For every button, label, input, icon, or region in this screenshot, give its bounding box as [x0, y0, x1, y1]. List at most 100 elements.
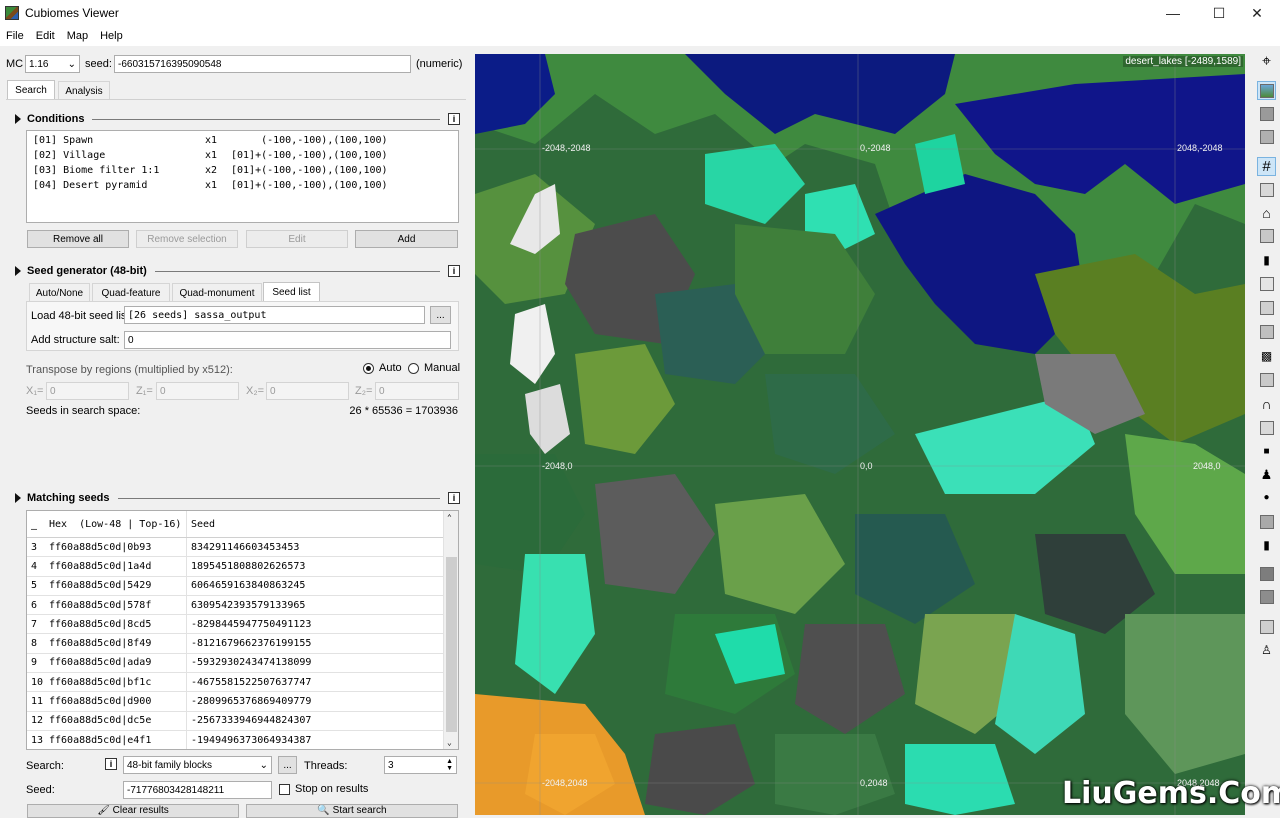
menu-help[interactable]: Help [94, 30, 129, 42]
scroll-down-icon[interactable]: ⌄ [447, 738, 452, 747]
clear-results-button[interactable]: 🖌 Clear results [27, 804, 239, 818]
info-icon[interactable]: i [448, 113, 460, 125]
stronghold-icon[interactable]: ● [1257, 488, 1276, 507]
search-label: Search: [26, 760, 64, 772]
tab-analysis[interactable]: Analysis [58, 81, 110, 100]
conditions-header[interactable]: Conditions i [15, 113, 460, 125]
map-coord-label: 2048,-2048 [1177, 143, 1223, 153]
list-item[interactable]: [04] Desert pyramid x1 [01]+(-100,-100),… [33, 178, 452, 193]
remove-selection-button[interactable]: Remove selection [136, 230, 238, 248]
salt-input[interactable]: 0 [124, 331, 451, 349]
table-row[interactable]: 9 ff60a88d5c0d|ada9 -5932930243474138099 [27, 653, 458, 674]
search-options-button[interactable]: ... [278, 756, 297, 774]
end-gateway-icon[interactable] [1257, 587, 1276, 606]
bastion-icon[interactable]: ▮ [1257, 535, 1276, 554]
height-layer-icon[interactable] [1257, 104, 1276, 123]
seed-list-input[interactable]: [26 seeds] sassa_output [124, 306, 425, 324]
map-coord-label: 2048,0 [1193, 461, 1221, 471]
threads-spinbox[interactable]: 3 ▲ ▼ [384, 756, 457, 774]
chevron-down-icon: ⌄ [259, 759, 268, 771]
search-seed-label: Seed: [26, 784, 55, 796]
info-icon[interactable]: i [448, 265, 460, 277]
radio-manual[interactable]: Manual [408, 362, 460, 374]
tab-auto-none[interactable]: Auto/None [29, 283, 90, 302]
seed-input[interactable]: -660315716395090548 [114, 55, 411, 73]
list-item[interactable]: [03] Biome filter 1:1 x2 [01]+(-100,-100… [33, 163, 452, 178]
igloo-icon[interactable] [1257, 298, 1276, 317]
hex-column-header[interactable]: Hex (Low-48 | Top-16) [47, 511, 187, 537]
treasure-icon[interactable]: ■ [1257, 442, 1276, 461]
crosshair-icon[interactable]: ⌖ [1257, 52, 1276, 71]
table-row[interactable]: 11 ff60a88d5c0d|d900 -2809965376869409779 [27, 692, 458, 712]
table-row[interactable]: 7 ff60a88d5c0d|8cd5 -8298445947750491123 [27, 615, 458, 635]
tab-seed-list[interactable]: Seed list [263, 282, 320, 301]
menu-edit[interactable]: Edit [30, 30, 61, 42]
seed-column-header[interactable]: Seed [187, 519, 215, 530]
biome-map-canvas[interactable] [475, 54, 1245, 815]
swamp-hut-icon[interactable] [1257, 274, 1276, 293]
table-row[interactable]: 10 ff60a88d5c0d|bf1c -4675581522507637747 [27, 673, 458, 693]
info-icon[interactable]: i [105, 758, 117, 770]
tab-quad-feature[interactable]: Quad-feature [92, 283, 170, 302]
shipwreck-icon[interactable] [1257, 418, 1276, 437]
shade-layer-icon[interactable] [1257, 127, 1276, 146]
tab-quad-monument[interactable]: Quad-monument [172, 283, 262, 302]
grid-icon[interactable]: # [1257, 157, 1276, 176]
jungle-temple-icon[interactable]: ▮ [1257, 250, 1276, 269]
table-row[interactable]: 12 ff60a88d5c0d|dc5e -2567333946944824307 [27, 711, 458, 731]
scroll-up-icon[interactable]: ⌃ [447, 513, 452, 522]
mineshaft-icon[interactable]: ♟ [1257, 465, 1276, 484]
menu-map[interactable]: Map [61, 30, 94, 42]
table-row[interactable]: 5 ff60a88d5c0d|5429 6064659163840863245 [27, 576, 458, 596]
mc-version-select[interactable]: 1.16 ⌄ [25, 55, 80, 73]
map-coord-label: -2048,-2048 [542, 143, 591, 153]
ruined-portal-icon[interactable]: ∩ [1257, 394, 1276, 413]
radio-auto[interactable]: Auto [363, 362, 402, 374]
mansion-icon[interactable]: ▩ [1257, 346, 1276, 365]
search-mode-select[interactable]: 48-bit family blocks ⌄ [123, 756, 272, 774]
mc-version-value: 1.16 [29, 58, 49, 70]
table-row[interactable]: 3 ff60a88d5c0d|0b93 834291146603453453 [27, 538, 458, 558]
conditions-list[interactable]: [01] Spawn x1 (-100,-100),(100,100) [02]… [26, 130, 459, 223]
seedgen-header[interactable]: Seed generator (48-bit) i [15, 265, 460, 277]
fortress-icon[interactable] [1257, 512, 1276, 531]
edit-button[interactable]: Edit [246, 230, 348, 248]
table-row[interactable]: 8 ff60a88d5c0d|8f49 -8121679662376199155 [27, 634, 458, 654]
remove-all-button[interactable]: Remove all [27, 230, 129, 248]
list-item[interactable]: [02] Village x1 [01]+(-100,-100),(100,10… [33, 148, 452, 163]
table-row[interactable]: 13 ff60a88d5c0d|e4f1 -1949496373064934387 [27, 730, 458, 749]
stop-on-results-checkbox[interactable]: Stop on results [279, 783, 368, 795]
z2-input[interactable]: 0 [375, 382, 459, 400]
list-item[interactable]: [01] Spawn x1 (-100,-100),(100,100) [33, 133, 452, 148]
add-button[interactable]: Add [355, 230, 458, 248]
outpost-icon[interactable] [1257, 370, 1276, 389]
slime-chunk-icon[interactable] [1257, 180, 1276, 199]
start-search-button[interactable]: 🔍 Start search [246, 804, 458, 818]
seeds-table[interactable]: – Hex (Low-48 | Top-16) Seed 3 ff60a88d5c… [26, 510, 459, 750]
biome-layer-icon[interactable] [1257, 81, 1276, 100]
village-icon[interactable]: ⌂ [1257, 203, 1276, 222]
desert-pyramid-icon[interactable] [1257, 226, 1276, 245]
tab-search[interactable]: Search [7, 80, 55, 99]
end-city-icon[interactable] [1257, 564, 1276, 583]
z1-input[interactable]: 0 [156, 382, 239, 400]
spin-arrows-icon[interactable]: ▲ ▼ [446, 758, 453, 772]
scrollbar-thumb[interactable] [446, 557, 457, 732]
table-scrollbar[interactable]: ⌃ ⌄ [443, 511, 458, 749]
menu-file[interactable]: File [0, 30, 30, 42]
table-row[interactable]: 6 ff60a88d5c0d|578f 6309542393579133965 [27, 595, 458, 616]
spawn-icon[interactable] [1257, 617, 1276, 636]
info-icon[interactable]: i [448, 492, 460, 504]
x2-input[interactable]: 0 [266, 382, 349, 400]
biome-map[interactable]: desert_lakes [-2489,1589] -2048,-2048 0,… [475, 54, 1245, 815]
map-hover-caption: desert_lakes [-2489,1589] [1123, 56, 1243, 67]
close-button[interactable]: ✕ [1234, 0, 1280, 26]
browse-button[interactable]: ... [430, 306, 451, 324]
table-row[interactable]: 4 ff60a88d5c0d|1a4d 1895451808802626573 [27, 557, 458, 577]
player-icon[interactable]: ♙ [1257, 640, 1276, 659]
monument-icon[interactable] [1257, 322, 1276, 341]
minimize-button[interactable]: — [1150, 0, 1196, 26]
matching-header[interactable]: Matching seeds i [15, 492, 460, 504]
x1-input[interactable]: 0 [46, 382, 129, 400]
search-seed-input[interactable]: -71776803428148211 [123, 781, 272, 799]
